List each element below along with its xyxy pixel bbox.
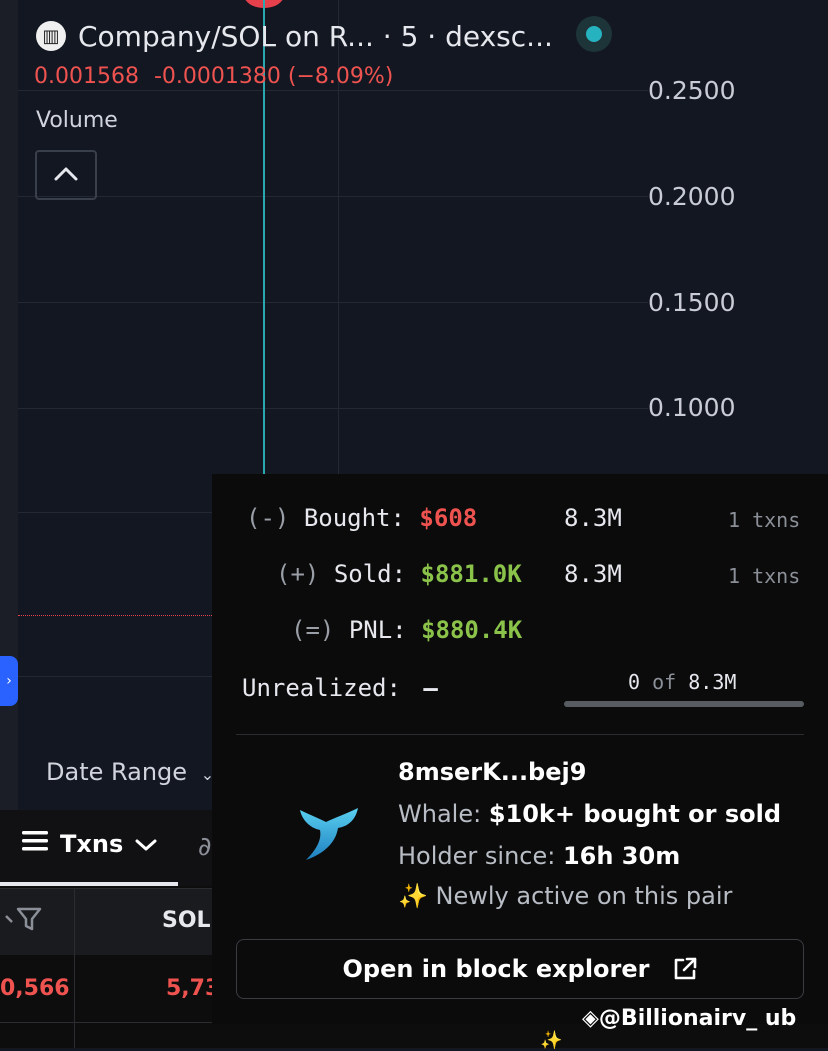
watermark: ◈@Billionairv_ ub (582, 1006, 797, 1031)
active-tab-indicator (0, 882, 178, 886)
chart-title: ▥ Company/SOL on R... · 5 · dexsc... (36, 16, 553, 56)
sidebar-toggle-button[interactable]: › (0, 656, 18, 706)
gridline (18, 302, 648, 303)
volume-label: Volume (36, 108, 118, 133)
gridline (18, 408, 648, 409)
bought-label: Bought: (303, 504, 405, 532)
price-change: -0.0001380 (−8.09%) (153, 64, 394, 89)
bought-amount: 8.3M (564, 504, 622, 532)
unrealized-value: – (423, 674, 438, 702)
sold-op: (+) (276, 560, 320, 588)
progress-total: 8.3M (688, 670, 737, 694)
tab-txns[interactable]: Txns (22, 830, 157, 858)
trader-info-popup: (-) Bought: $608 8.3M 1 txns (+) Sold: $… (212, 474, 828, 1024)
unrealized-label: Unrealized: (242, 674, 401, 702)
whale-prefix: Whale: (398, 800, 482, 828)
holder-since: Holder since: 16h 30m (398, 842, 680, 870)
price-readout: 0.001568 -0.0001380 (−8.09%) (34, 64, 393, 89)
y-axis-label: 0.2000 (648, 182, 736, 211)
pnl-label: PNL: (348, 616, 407, 644)
bought-op: (-) (246, 504, 290, 532)
whale-text: $10k+ bought or sold (488, 800, 782, 828)
date-range-selector[interactable]: Date Range ⌄ (46, 758, 214, 786)
pnl-row: (=) PNL: $880.4K (291, 616, 522, 644)
chevron-down-icon (135, 830, 157, 858)
holder-prefix: Holder since: (398, 842, 556, 870)
current-price: 0.001568 (34, 64, 139, 89)
sold-row: (+) Sold: $881.0K (276, 560, 522, 588)
explorer-button-label: Open in block explorer (342, 955, 650, 983)
bought-txns: 1 txns (728, 508, 801, 532)
column-header-sol[interactable]: SOL (162, 908, 211, 933)
holder-value: 16h 30m (562, 842, 681, 870)
token-logo-icon: ▥ (36, 21, 66, 51)
unrealized-row: Unrealized: – (242, 674, 438, 702)
holding-progress-bar (564, 701, 804, 707)
progress-current: 0 (628, 670, 641, 694)
tab-txns-label: Txns (60, 830, 124, 858)
sold-txns: 1 txns (728, 564, 801, 588)
sold-label: Sold: (333, 560, 407, 588)
tab-bar: Txns ∂ (0, 810, 220, 886)
table-cell: 0,566 (0, 976, 70, 1001)
collapse-button[interactable] (35, 150, 97, 200)
filter-icon[interactable] (4, 906, 44, 938)
chevron-up-icon (53, 163, 79, 188)
sold-value: $881.0K (420, 560, 522, 588)
menu-icon (22, 830, 48, 858)
gridline (18, 90, 648, 91)
y-axis-label: 0.2500 (648, 76, 736, 105)
gridline (18, 196, 648, 197)
tab-next-icon[interactable]: ∂ (198, 832, 211, 862)
date-range-label: Date Range (46, 758, 188, 786)
pair-title: Company/SOL on R... · 5 · dexsc... (78, 19, 553, 53)
bought-value: $608 (419, 504, 478, 532)
chevron-right-icon: › (6, 673, 12, 689)
live-status-icon[interactable] (576, 16, 612, 52)
column-divider (74, 888, 75, 1048)
y-axis-label: 0.1500 (648, 288, 736, 317)
bought-row: (-) Bought: $608 (246, 504, 477, 532)
wallet-address[interactable]: 8mserK...bej9 (398, 758, 586, 786)
pnl-value: $880.4K (421, 616, 523, 644)
whale-icon (294, 804, 364, 864)
reference-line (18, 615, 228, 616)
sold-amount: 8.3M (564, 560, 622, 588)
open-block-explorer-button[interactable]: Open in block explorer (236, 939, 804, 999)
holding-progress-label: 0 of 8.3M (628, 670, 736, 694)
external-link-icon (672, 956, 698, 982)
y-axis-label: 0.1000 (648, 393, 736, 422)
progress-of: of (652, 670, 677, 694)
row-divider (0, 1022, 220, 1023)
activity-note: ✨ Newly active on this pair (398, 882, 733, 910)
divider (236, 734, 804, 735)
whale-badge: Whale: $10k+ bought or sold (398, 800, 781, 828)
pnl-op: (=) (291, 616, 335, 644)
